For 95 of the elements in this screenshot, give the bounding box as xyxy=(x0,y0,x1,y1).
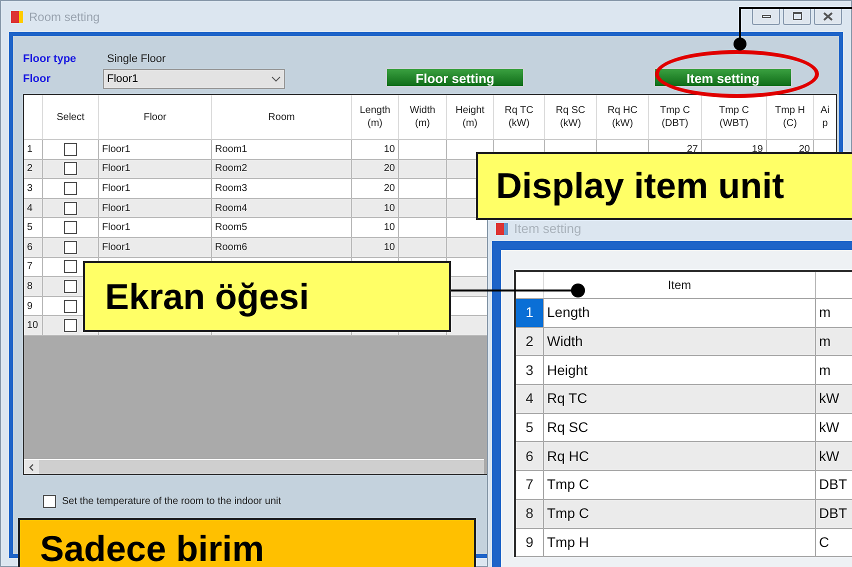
callout-text: Display item unit xyxy=(496,164,784,208)
column-header: Tmp C (DBT) xyxy=(649,95,702,139)
table-cell-text: kW xyxy=(818,418,840,438)
table-cell: 10 xyxy=(352,238,399,257)
table-cell: Width xyxy=(544,328,816,356)
table-cell: Floor1 xyxy=(99,238,212,257)
callout-text: Ekran öğesi xyxy=(105,274,310,319)
table-cell: Tmp H xyxy=(544,528,816,556)
row-number[interactable]: 2 xyxy=(516,328,544,356)
app-icon xyxy=(11,10,23,22)
window-title: Room setting xyxy=(29,8,100,26)
floor-type-value: Single Floor xyxy=(107,52,166,67)
table-cell: 2 xyxy=(24,160,43,178)
column-header: Tmp C (WBT) xyxy=(702,95,767,139)
table-cell: 6 xyxy=(24,238,43,257)
table-cell: Floor1 xyxy=(99,218,212,237)
setting-button[interactable]: Floor setting xyxy=(385,66,525,88)
row-number[interactable]: 8 xyxy=(516,500,544,528)
table-cell: Floor1 xyxy=(99,179,212,198)
table-cell-text: DBT xyxy=(818,475,848,494)
table-cell: 10 xyxy=(24,316,43,335)
table-cell-text: kW xyxy=(818,446,840,466)
table-cell-text: m xyxy=(818,332,832,352)
table-cell: 10 xyxy=(352,218,399,237)
table-cell: Rq TC xyxy=(544,385,816,413)
checkbox[interactable] xyxy=(64,319,77,332)
checkbox[interactable] xyxy=(64,300,77,313)
table-cell: 1 xyxy=(24,140,43,159)
table-cell: 7 xyxy=(24,258,43,276)
chevron-down-icon xyxy=(271,76,281,82)
column-header: Ai p xyxy=(814,95,836,139)
row-number[interactable]: 1 xyxy=(516,299,544,327)
table-cell: 20 xyxy=(352,179,399,198)
table-cell: Length xyxy=(544,299,816,327)
table-cell: 9 xyxy=(24,296,43,316)
checkbox[interactable] xyxy=(64,221,77,234)
table-cell: 3 xyxy=(24,179,43,198)
row-number[interactable]: 9 xyxy=(516,528,544,556)
scroll-left-icon[interactable] xyxy=(24,460,39,474)
floor-dropdown[interactable]: Floor1 xyxy=(103,69,285,89)
app-icon xyxy=(496,223,508,235)
table-cell: Rq SC xyxy=(544,414,816,442)
table-cell: 10 xyxy=(352,198,399,218)
table-cell: Room3 xyxy=(212,179,352,198)
column-header: Rq TC (kW) xyxy=(494,95,545,139)
table-cell: Room1 xyxy=(212,140,352,159)
floor-label: Floor xyxy=(23,72,52,87)
table-cell: 4 xyxy=(24,198,43,218)
table-cell: Floor1 xyxy=(99,160,212,178)
table-cell: Room4 xyxy=(212,198,352,218)
option-label: Set the temperature of the room to the indoor unit xyxy=(62,495,282,509)
column-header: Width (m) xyxy=(399,95,447,139)
table-cell: Room6 xyxy=(212,238,352,257)
column-header: Tmp H (C) xyxy=(767,95,814,139)
table-cell: Rq HC xyxy=(544,442,816,470)
row-number[interactable]: 6 xyxy=(516,442,544,470)
table-cell-text: DBT xyxy=(818,504,848,524)
table-cell: 8 xyxy=(24,277,43,296)
table-cell: Room2 xyxy=(212,160,352,178)
setting-button[interactable]: Item setting xyxy=(653,66,793,88)
table-cell: Floor1 xyxy=(99,198,212,218)
table-cell: Tmp C xyxy=(544,471,816,499)
table-cell: Tmp C xyxy=(544,500,816,528)
row-number[interactable]: 3 xyxy=(516,356,544,384)
column-header: Rq SC (kW) xyxy=(545,95,597,139)
table-cell: Height xyxy=(544,356,816,384)
column-header: Rq HC (kW) xyxy=(597,95,649,139)
table-cell-text: m xyxy=(818,360,832,380)
row-number[interactable]: 4 xyxy=(516,385,544,413)
callout-text: Sadece birim xyxy=(40,527,264,567)
column-header: Select xyxy=(43,95,99,139)
row-number[interactable]: 5 xyxy=(516,414,544,442)
table-cell: 5 xyxy=(24,218,43,237)
checkbox[interactable] xyxy=(64,202,77,215)
checkbox[interactable] xyxy=(64,142,77,156)
row-number[interactable]: 7 xyxy=(516,471,544,499)
table-cell-text: kW xyxy=(818,389,840,408)
checkbox[interactable] xyxy=(64,182,77,195)
checkbox[interactable] xyxy=(43,495,56,508)
table-cell-text: m xyxy=(818,303,832,322)
checkbox[interactable] xyxy=(64,162,77,176)
checkbox[interactable] xyxy=(64,240,77,254)
column-header: Room xyxy=(212,95,352,139)
horizontal-scrollbar[interactable] xyxy=(24,459,484,474)
table-cell: Floor1 xyxy=(99,140,212,159)
checkbox[interactable] xyxy=(64,260,77,274)
table-cell: Room5 xyxy=(212,218,352,237)
column-header: Floor xyxy=(99,95,212,139)
column-header: Height (m) xyxy=(447,95,494,139)
table-cell: 10 xyxy=(352,140,399,159)
floor-type-label: Floor type xyxy=(23,52,78,67)
table-cell-text: C xyxy=(818,532,830,552)
checkbox[interactable] xyxy=(64,280,77,293)
column-header: Length (m) xyxy=(352,95,399,139)
table-cell: 20 xyxy=(352,160,399,178)
